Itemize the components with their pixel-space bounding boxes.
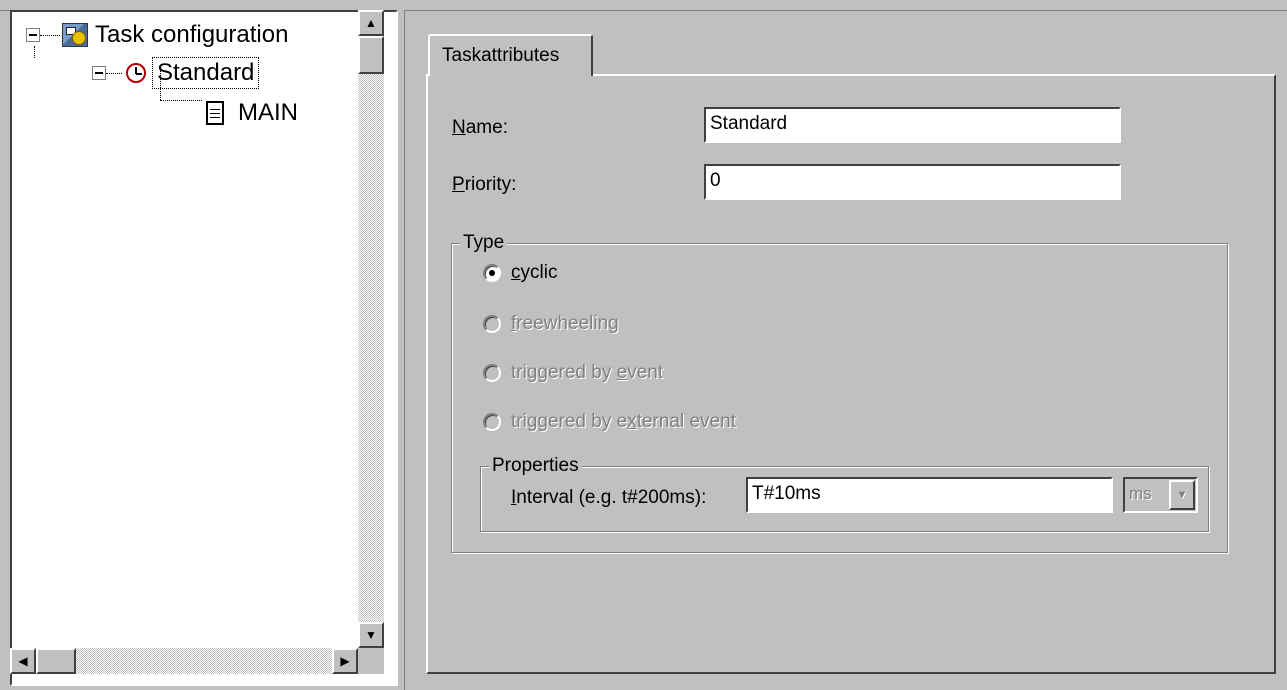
radio-label: triggered by external event: [511, 411, 736, 432]
radio-label: triggered by event: [511, 362, 664, 383]
radio-cyclic[interactable]: cyclic: [483, 262, 557, 284]
radio-button[interactable]: [483, 413, 501, 431]
pane-splitter[interactable]: [398, 10, 405, 690]
tree-vertical-scrollbar[interactable]: ▲ ▼: [358, 10, 384, 650]
name-label: Name:: [452, 117, 508, 138]
tree-item-label: Standard: [152, 57, 260, 89]
interval-input[interactable]: T#10ms: [746, 477, 1113, 513]
arrow-right-icon: ▶: [340, 654, 350, 668]
radio-label: cyclic: [511, 262, 558, 283]
scrollbar-corner: [358, 648, 384, 674]
arrow-up-icon: ▲: [365, 16, 377, 30]
interval-unit-select[interactable]: ms ▼: [1123, 477, 1198, 513]
scroll-thumb[interactable]: [358, 36, 384, 74]
priority-input[interactable]: 0: [704, 164, 1121, 200]
dropdown-arrow-icon[interactable]: ▼: [1169, 480, 1195, 510]
priority-label: Priority:: [452, 174, 517, 195]
tree-item-task-configuration[interactable]: Task configuration: [26, 18, 292, 52]
radio-button-checked[interactable]: [483, 264, 501, 282]
radio-triggered-by-external-event[interactable]: triggered by external event: [483, 411, 736, 433]
scroll-down-button[interactable]: ▼: [358, 622, 384, 648]
tree-item-label: Task configuration: [95, 21, 289, 48]
radio-button[interactable]: [483, 315, 501, 333]
tree-item-label: MAIN: [238, 99, 298, 126]
properties-group-title: Properties: [489, 455, 582, 477]
tree-horizontal-scrollbar[interactable]: ◀ ▶: [10, 648, 358, 674]
type-group-title: Type: [460, 232, 508, 254]
tab-label: Taskattributes: [442, 45, 560, 66]
radio-button[interactable]: [483, 364, 501, 382]
name-input[interactable]: Standard: [704, 107, 1121, 143]
task-tree[interactable]: Task configuration Standard MAIN: [10, 10, 398, 686]
unit-value: ms: [1129, 484, 1152, 503]
collapse-icon[interactable]: [26, 28, 40, 42]
interval-label: Interval (e.g. t#200ms):: [511, 487, 707, 508]
arrow-left-icon: ◀: [18, 654, 28, 668]
tree-item-main[interactable]: MAIN: [202, 96, 302, 130]
scroll-thumb[interactable]: [36, 648, 76, 674]
scroll-right-button[interactable]: ▶: [332, 648, 358, 674]
radio-label: freewheeling: [511, 313, 619, 334]
arrow-down-icon: ▼: [365, 628, 377, 642]
document-icon: [206, 101, 224, 125]
task-config-icon: [62, 23, 88, 47]
scroll-left-button[interactable]: ◀: [10, 648, 36, 674]
radio-triggered-by-event[interactable]: triggered by event: [483, 362, 663, 384]
tab-taskattributes[interactable]: Taskattributes: [428, 34, 593, 76]
tree-item-standard[interactable]: Standard: [92, 56, 260, 90]
tree-connector: [160, 100, 202, 101]
radio-freewheeling[interactable]: freewheeling: [483, 313, 619, 335]
collapse-icon[interactable]: [92, 66, 106, 80]
clock-icon: [126, 63, 146, 83]
scroll-up-button[interactable]: ▲: [358, 10, 384, 36]
